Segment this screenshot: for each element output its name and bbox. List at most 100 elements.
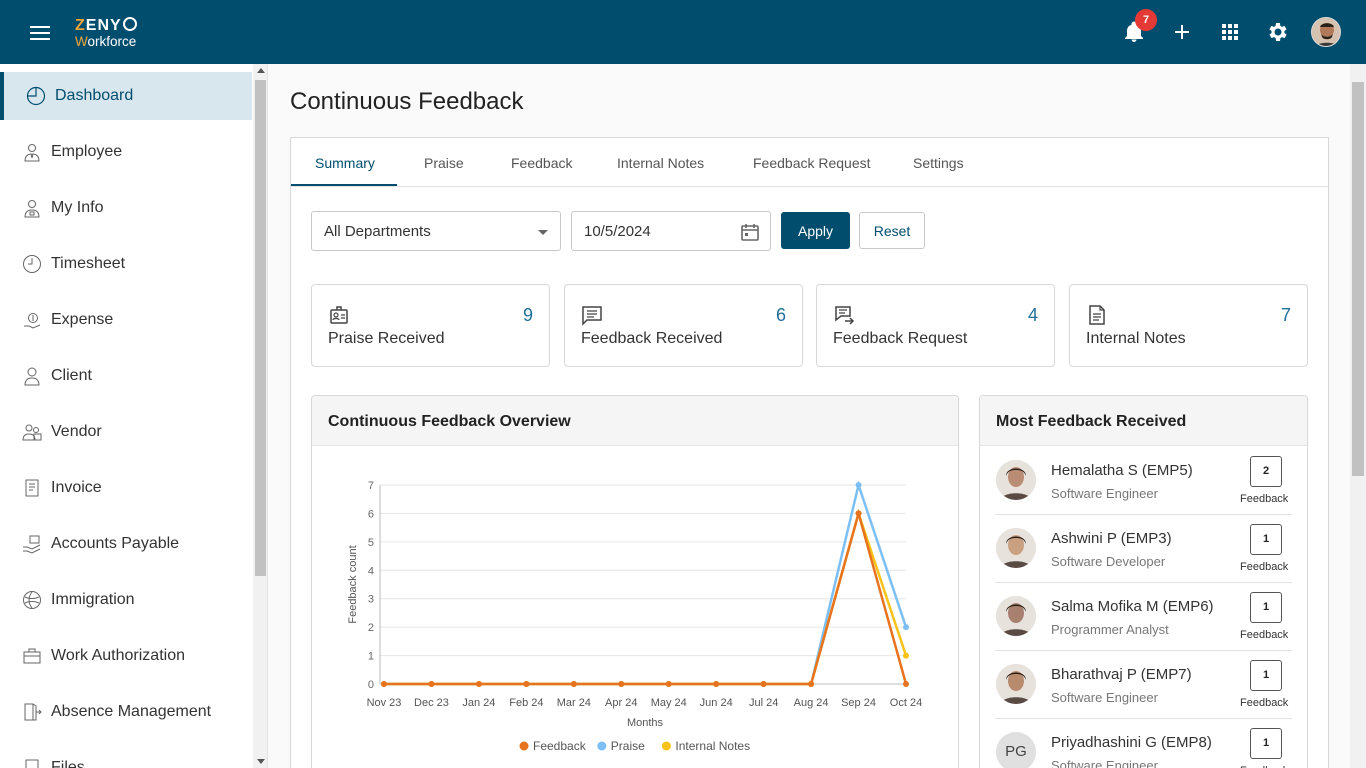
x-tick-label: Sep 24 bbox=[841, 697, 876, 709]
data-point-praise bbox=[903, 624, 909, 631]
employee-row[interactable]: Hemalatha S (EMP5) Software Engineer 2 Feed… bbox=[995, 447, 1292, 515]
sidebar-item-my-info[interactable]: My Info bbox=[0, 184, 252, 232]
sidebar-item-vendor[interactable]: Vendor bbox=[0, 408, 252, 456]
dashboard-icon bbox=[26, 86, 46, 106]
scroll-down-arrow-icon[interactable] bbox=[257, 759, 265, 764]
employee-name[interactable]: Ashwini P (EMP3) bbox=[1051, 530, 1172, 547]
my-info-icon bbox=[24, 200, 40, 218]
sidebar-item-employee[interactable]: Employee bbox=[0, 128, 252, 176]
apps-grid-icon[interactable] bbox=[1218, 20, 1242, 44]
tab-praise[interactable]: Praise bbox=[424, 155, 464, 171]
main-scroll-thumb[interactable] bbox=[1352, 82, 1364, 476]
employee-name[interactable]: Hemalatha S (EMP5) bbox=[1051, 462, 1193, 479]
data-point-feedback bbox=[713, 681, 720, 687]
employee-avatar bbox=[996, 596, 1036, 636]
sidebar-item-client[interactable]: Client bbox=[0, 352, 252, 400]
sidebar-item-accounts-payable[interactable]: Accounts Payable bbox=[0, 520, 252, 568]
legend-label: Feedback bbox=[533, 739, 587, 753]
sidebar-item-timesheet[interactable]: Timesheet bbox=[0, 240, 252, 288]
tab-summary[interactable]: Summary bbox=[315, 155, 375, 171]
stat-card-feedback-received[interactable]: Feedback Received 6 bbox=[564, 284, 803, 367]
client-icon bbox=[24, 367, 40, 386]
sidebar-item-absence-management[interactable]: Absence Management bbox=[0, 688, 252, 736]
employee-icon bbox=[24, 144, 40, 162]
data-point-feedback bbox=[808, 681, 815, 687]
x-tick-label: Oct 24 bbox=[890, 697, 922, 709]
plus-icon[interactable] bbox=[1170, 20, 1194, 44]
employee-row[interactable]: Salma Mofika M (EMP6) Programmer Analyst 1… bbox=[995, 583, 1292, 651]
user-avatar[interactable] bbox=[1311, 17, 1341, 47]
sidebar-scrollbar[interactable] bbox=[253, 64, 267, 768]
hamburger-menu-icon[interactable] bbox=[30, 26, 50, 40]
gear-icon[interactable] bbox=[1266, 20, 1290, 44]
employee-role: Software Developer bbox=[1051, 554, 1166, 569]
overview-title: Continuous Feedback Overview bbox=[312, 396, 958, 446]
sidebar-item-invoice[interactable]: Invoice bbox=[0, 464, 252, 512]
main-scrollbar[interactable] bbox=[1350, 64, 1366, 768]
x-tick-label: Mar 24 bbox=[557, 697, 591, 709]
tab-feedback-request[interactable]: Feedback Request bbox=[753, 155, 871, 171]
x-tick-label: Jan 24 bbox=[462, 697, 495, 709]
legend-marker bbox=[661, 741, 671, 751]
sidebar-scroll-thumb[interactable] bbox=[255, 80, 266, 576]
app-logo[interactable]: ZENY Workforce bbox=[75, 17, 137, 49]
feedback-line-chart: 0 1 2 3 4 5 6 7 Nov 23 Dec 23 Jan 24 Feb 24 Mar 24 Ap… bbox=[347, 480, 922, 753]
date-input[interactable]: 10/5/2024 bbox=[571, 211, 771, 251]
feedback-count-badge: 1 bbox=[1250, 592, 1282, 623]
exit-door-icon bbox=[24, 703, 42, 721]
employee-name[interactable]: Priyadhashini G (EMP8) bbox=[1051, 734, 1212, 751]
tab-internal-notes[interactable]: Internal Notes bbox=[617, 155, 704, 171]
y-tick-label: 2 bbox=[368, 622, 374, 634]
sidebar: Dashboard Employee My Info Timesheet Exp… bbox=[0, 64, 268, 768]
scroll-up-arrow-icon[interactable] bbox=[257, 68, 265, 73]
feedback-count-label: Feedback bbox=[1240, 697, 1289, 709]
feedback-panel: Summary Praise Feedback Internal Notes F… bbox=[290, 137, 1329, 768]
employee-row[interactable]: Bharathvaj P (EMP7) Software Engineer 1 Fee… bbox=[995, 651, 1292, 719]
feedback-count-badge: 1 bbox=[1250, 660, 1282, 691]
stat-card-feedback-request[interactable]: Feedback Request 4 bbox=[816, 284, 1055, 367]
series-line-praise bbox=[384, 480, 908, 686]
data-point-feedback bbox=[428, 681, 435, 687]
employee-avatar: PG bbox=[996, 732, 1036, 768]
data-point-praise bbox=[855, 482, 862, 488]
apply-button[interactable]: Apply bbox=[781, 212, 850, 249]
sidebar-item-work-authorization[interactable]: Work Authorization bbox=[0, 632, 252, 680]
department-select[interactable]: All Departments bbox=[311, 211, 561, 251]
reset-button[interactable]: Reset bbox=[859, 212, 925, 249]
data-point-feedback bbox=[618, 681, 625, 687]
data-point-feedback bbox=[475, 681, 482, 687]
feedback-overview-card: Continuous Feedback Overview 0 1 2 3 4 5 6 7 Nov… bbox=[311, 395, 959, 768]
stat-value: 4 bbox=[1027, 305, 1038, 325]
tab-feedback[interactable]: Feedback bbox=[511, 155, 572, 171]
sidebar-item-dashboard[interactable]: Dashboard bbox=[0, 72, 252, 120]
tab-settings[interactable]: Settings bbox=[913, 155, 964, 171]
feedback-count-badge: 2 bbox=[1250, 456, 1282, 487]
y-tick-label: 0 bbox=[368, 679, 374, 691]
sidebar-item-immigration[interactable]: Immigration bbox=[0, 576, 252, 624]
employee-row[interactable]: PG Priyadhashini G (EMP8) Software Enginee… bbox=[995, 719, 1292, 768]
notification-badge: 7 bbox=[1135, 9, 1157, 31]
data-point-feedback bbox=[760, 681, 767, 687]
note-icon bbox=[1089, 305, 1105, 325]
data-point-internal-notes bbox=[903, 652, 909, 659]
x-tick-label: Jul 24 bbox=[749, 697, 778, 709]
stat-card-praise-received[interactable]: Praise Received 9 bbox=[311, 284, 550, 367]
top-bar: ZENY Workforce 7 bbox=[0, 0, 1366, 64]
employee-row[interactable]: Ashwini P (EMP3) Software Developer 1 Feedb… bbox=[995, 515, 1292, 583]
sidebar-item-expense[interactable]: Expense bbox=[0, 296, 252, 344]
employee-name[interactable]: Bharathvaj P (EMP7) bbox=[1051, 666, 1192, 683]
data-point-feedback bbox=[665, 681, 672, 687]
data-point-feedback bbox=[855, 510, 862, 517]
employee-avatar bbox=[996, 664, 1036, 704]
x-tick-label: Apr 24 bbox=[605, 697, 637, 709]
x-tick-label: Dec 23 bbox=[414, 697, 449, 709]
x-tick-label: Nov 23 bbox=[367, 697, 402, 709]
sidebar-item-files[interactable]: Files bbox=[0, 744, 252, 768]
employee-name[interactable]: Salma Mofika M (EMP6) bbox=[1051, 598, 1214, 615]
calendar-icon[interactable] bbox=[740, 222, 760, 242]
legend-label: Praise bbox=[611, 739, 645, 753]
data-point-feedback bbox=[903, 681, 909, 687]
chevron-down-icon bbox=[538, 230, 548, 235]
legend-label: Internal Notes bbox=[675, 739, 750, 753]
stat-card-internal-notes[interactable]: Internal Notes 7 bbox=[1069, 284, 1308, 367]
